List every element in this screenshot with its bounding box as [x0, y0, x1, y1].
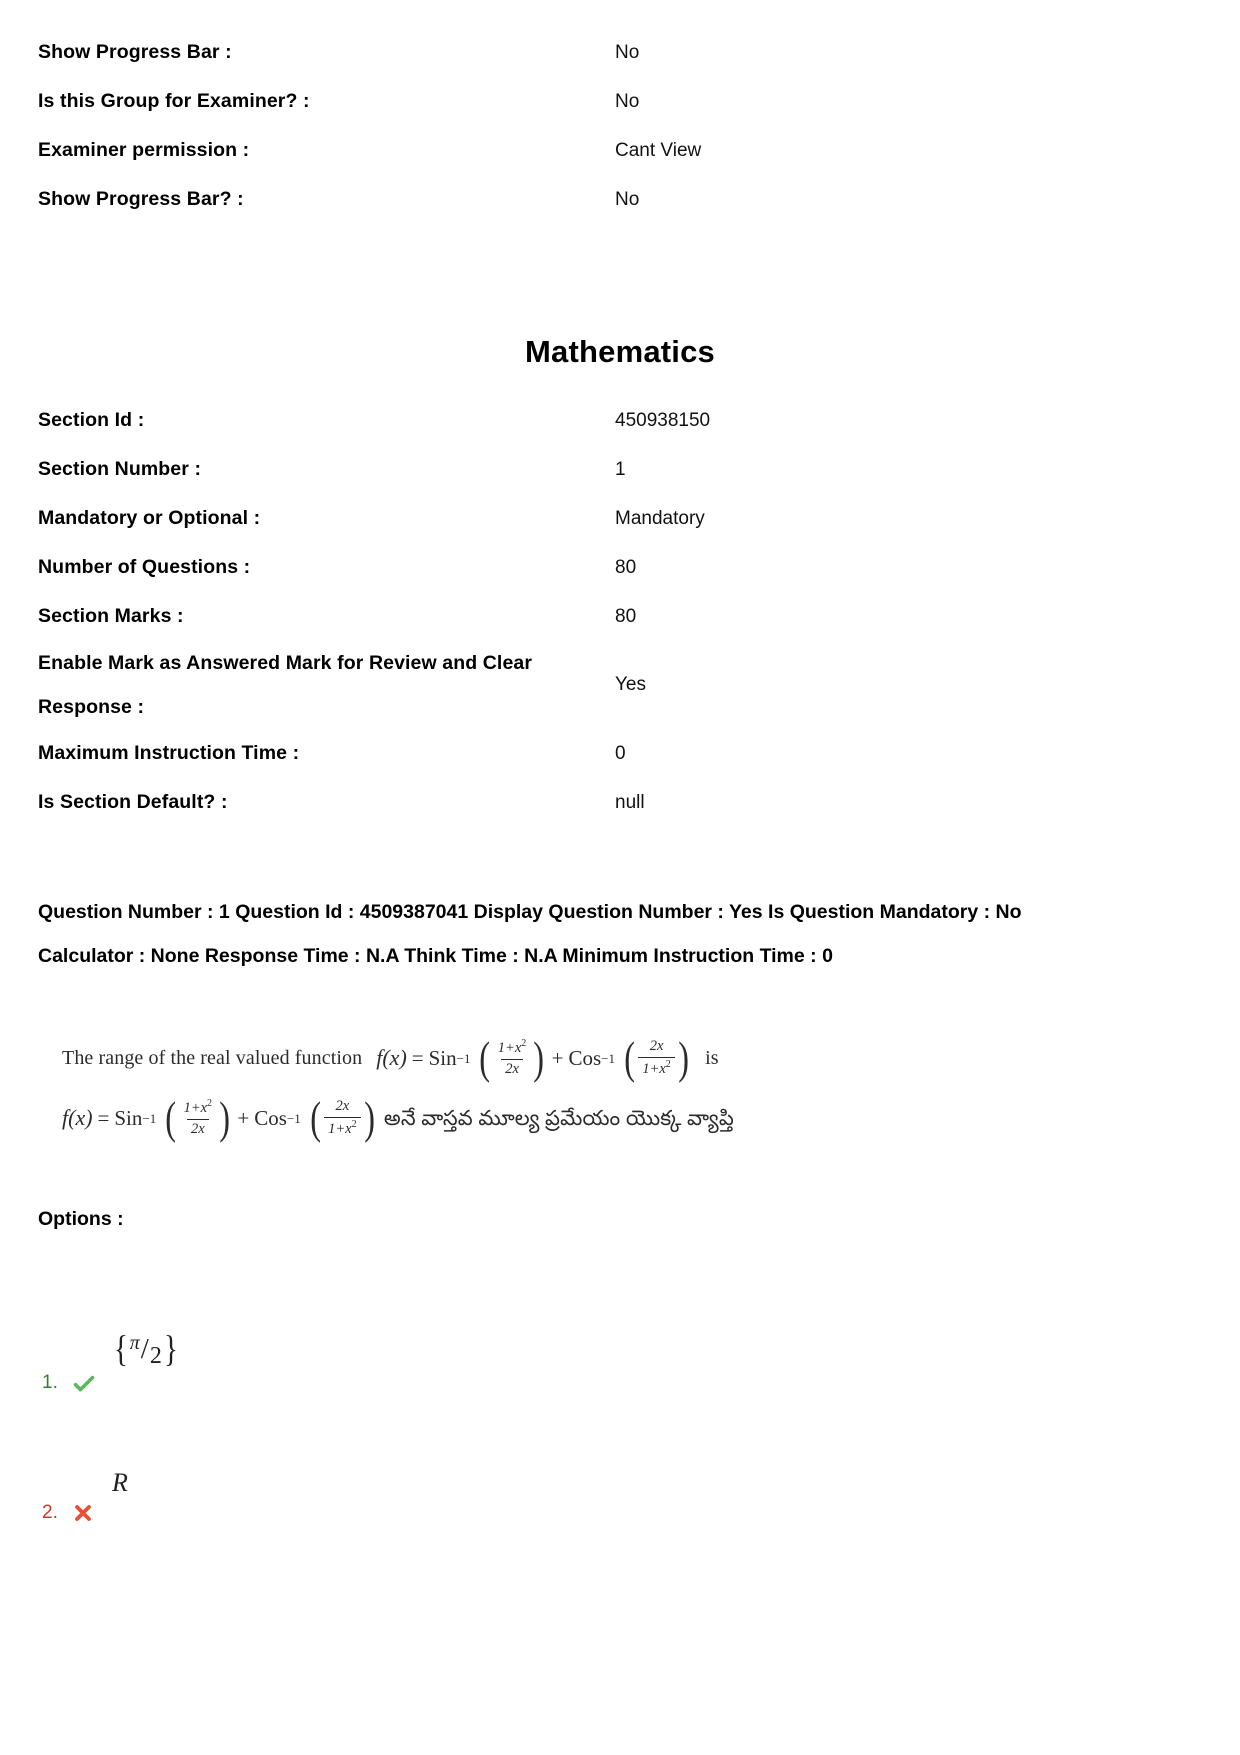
cos-label: Cos: [254, 1105, 287, 1130]
equals-sign: =: [97, 1105, 110, 1130]
section-property-row: Maximum Instruction Time : 0: [38, 729, 1138, 778]
sin-exponent: −1: [456, 1050, 471, 1066]
fraction-numerator: 2x: [335, 1098, 350, 1114]
section-property-label: Section Number :: [38, 458, 202, 480]
stem-trailing-text: is: [705, 1047, 719, 1070]
section-property-value: 80: [615, 606, 637, 627]
right-paren: ): [219, 1091, 231, 1143]
fraction-denominator: 1+x: [642, 1060, 666, 1077]
left-paren: (: [310, 1091, 321, 1143]
stem-lead-text: The range of the real valued function: [62, 1047, 363, 1070]
section-property-label: Section Id :: [38, 409, 145, 431]
sin-label: Sin: [114, 1105, 143, 1130]
fraction-sin-arg: 1+x2 2x: [180, 1098, 216, 1138]
option-numerator: π: [129, 1331, 140, 1354]
function-notation: f(x): [62, 1105, 93, 1131]
option-value: { π / 2 }: [112, 1331, 180, 1368]
fraction-denominator: 1+x: [328, 1120, 352, 1137]
section-property-row: Enable Mark as Answered Mark for Review …: [38, 641, 1138, 729]
section-property-value: Mandatory: [615, 508, 705, 529]
section-title: Mathematics: [525, 334, 715, 369]
section-properties-list: Section Id : 450938150 Section Number : …: [38, 396, 1138, 827]
property-value: No: [615, 189, 640, 210]
numerator-exponent: 2: [521, 1038, 527, 1049]
fraction-numerator: 2x: [649, 1038, 664, 1054]
left-paren: (: [624, 1031, 636, 1083]
cos-label: Cos: [568, 1045, 602, 1070]
section-property-value: 80: [615, 557, 637, 578]
option-index: 1.: [42, 1372, 58, 1393]
section-property-value: Yes: [615, 674, 646, 695]
section-property-value: 450938150: [615, 410, 711, 431]
property-row: Show Progress Bar : No: [38, 28, 1138, 77]
fraction-denominator: 2x: [186, 1118, 209, 1139]
fraction-cos-arg: 2x 1+x2: [324, 1098, 361, 1138]
property-label: Is this Group for Examiner? :: [38, 90, 310, 112]
section-property-value: 0: [615, 743, 626, 764]
left-paren: (: [165, 1091, 177, 1143]
section-property-label: Number of Questions :: [38, 556, 251, 578]
check-icon: [72, 1372, 96, 1396]
cos-exponent: −1: [601, 1050, 615, 1066]
exam-question-paper-page: Show Progress Bar : No Is this Group for…: [0, 0, 1240, 1755]
stem-telugu-text: అనే వాస్తవ మూల్య ప్రమేయం యొక్క వ్యాప్తి: [383, 1105, 735, 1130]
section-property-row: Is Section Default? : null: [38, 778, 1138, 827]
sin-exponent: −1: [142, 1110, 157, 1126]
fraction-numerator: 1+x: [183, 1099, 208, 1116]
property-label: Examiner permission :: [38, 139, 250, 161]
section-property-label: Section Marks :: [38, 605, 184, 627]
property-row: Examiner permission : Cant View: [38, 126, 1138, 175]
sin-label: Sin: [428, 1045, 457, 1070]
denominator-exponent: 2: [351, 1118, 357, 1130]
plus-sign: +: [237, 1105, 250, 1130]
section-property-label: Is Section Default? :: [38, 791, 228, 813]
property-row: Is this Group for Examiner? : No: [38, 77, 1138, 126]
function-notation: f(x): [376, 1045, 407, 1071]
fraction-cos-arg: 2x 1+x2: [638, 1038, 675, 1078]
plus-sign: +: [551, 1045, 564, 1070]
section-property-label: Enable Mark as Answered Mark for Review …: [38, 652, 533, 718]
section-property-row: Section Marks : 80: [38, 592, 1138, 641]
denominator-exponent: 2: [665, 1058, 671, 1070]
brace-close: }: [163, 1329, 178, 1370]
brace-open: {: [113, 1329, 128, 1370]
option-index: 2.: [42, 1502, 58, 1523]
right-paren: ): [363, 1091, 375, 1143]
question-metadata: Question Number : 1 Question Id : 450938…: [38, 901, 1022, 967]
section-property-row: Mandatory or Optional : Mandatory: [38, 494, 1138, 543]
numerator-exponent: 2: [207, 1098, 213, 1109]
section-property-row: Section Id : 450938150: [38, 396, 1138, 445]
fraction-sin-arg: 1+x2 2x: [494, 1038, 530, 1078]
cos-exponent: −1: [286, 1110, 301, 1126]
section-property-label: Mandatory or Optional :: [38, 507, 261, 529]
section-property-label: Maximum Instruction Time :: [38, 742, 300, 764]
property-value: Cant View: [615, 140, 702, 161]
fraction-numerator: 1+x: [497, 1039, 522, 1056]
fraction-denominator: 2x: [501, 1058, 523, 1079]
section-property-value: null: [615, 792, 645, 813]
equals-sign: =: [411, 1045, 424, 1070]
cross-icon: [72, 1502, 96, 1526]
property-value: No: [615, 91, 640, 112]
question-stem-english: The range of the real valued function f(…: [62, 1031, 1122, 1083]
section-property-row: Section Number : 1: [38, 445, 1138, 494]
left-paren: (: [479, 1031, 491, 1083]
property-value: No: [615, 42, 640, 63]
options-label: Options :: [38, 1208, 124, 1230]
option-slash: /: [140, 1333, 149, 1365]
property-label: Show Progress Bar? :: [38, 188, 244, 210]
option-row[interactable]: 1. { π / 2 }: [38, 1280, 638, 1410]
group-properties-list: Show Progress Bar : No Is this Group for…: [38, 28, 1138, 224]
option-value: R: [112, 1468, 128, 1497]
right-paren: ): [533, 1031, 545, 1083]
section-property-value: 1: [615, 459, 626, 480]
property-row: Show Progress Bar? : No: [38, 175, 1138, 224]
property-label: Show Progress Bar :: [38, 41, 232, 63]
section-property-row: Number of Questions : 80: [38, 543, 1138, 592]
option-denominator: 2: [149, 1342, 162, 1369]
option-row[interactable]: 2. R: [38, 1410, 638, 1540]
question-stem-telugu: f(x) = Sin −1 ( 1+x2 2x ) + Cos −1 ( 2x 1+…: [62, 1091, 1122, 1143]
right-paren: ): [678, 1031, 689, 1083]
